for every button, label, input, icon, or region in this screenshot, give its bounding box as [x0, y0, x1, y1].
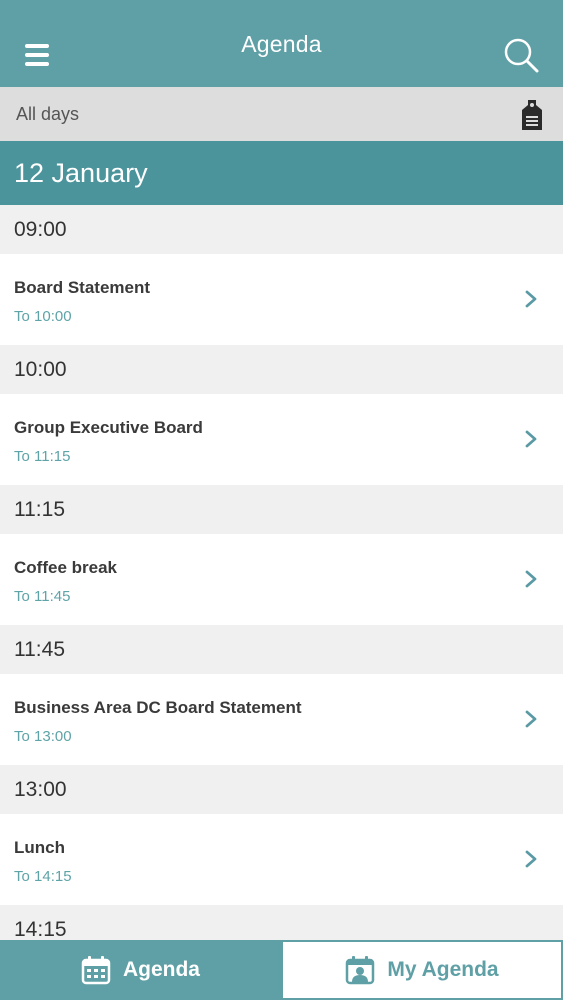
event-end-time: To 11:15	[14, 448, 71, 465]
agenda-item-coffee-break[interactable]: Coffee break To 11:45	[0, 534, 563, 625]
agenda-screen: Agenda All days 12 January 09:00 Board S…	[0, 0, 563, 1000]
bottom-tab-bar: Agenda My Agenda	[0, 940, 563, 1000]
event-title: Group Executive Board	[14, 418, 203, 437]
agenda-list: 09:00 Board Statement To 10:00 10:00 Gro…	[0, 205, 563, 954]
agenda-item-business-area-dc-board-statement[interactable]: Business Area DC Board Statement To 13:0…	[0, 674, 563, 765]
tab-agenda[interactable]: Agenda	[0, 940, 281, 1000]
event-title: Board Statement	[14, 278, 151, 297]
time-slot-header: 13:00	[0, 765, 563, 814]
tab-my-agenda-label: My Agenda	[387, 958, 499, 981]
event-title: Coffee break	[14, 558, 117, 577]
chevron-right-icon	[525, 570, 537, 588]
tag-icon[interactable]	[519, 99, 545, 131]
time-slot-header: 09:00	[0, 205, 563, 254]
hamburger-menu-icon[interactable]	[22, 40, 54, 70]
agenda-item-board-statement[interactable]: Board Statement To 10:00	[0, 254, 563, 345]
event-end-time: To 13:00	[14, 728, 72, 745]
time-slot-header: 10:00	[0, 345, 563, 394]
page-title: Agenda	[241, 31, 322, 57]
chevron-right-icon	[525, 430, 537, 448]
date-heading: 12 January	[14, 157, 148, 188]
time-slot-header: 11:15	[0, 485, 563, 534]
event-end-time: To 11:45	[14, 588, 71, 605]
agenda-item-lunch[interactable]: Lunch To 14:15	[0, 814, 563, 905]
header-bar: Agenda	[0, 0, 563, 87]
tab-my-agenda[interactable]: My Agenda	[281, 940, 563, 1000]
calendar-icon	[81, 956, 111, 985]
chevron-right-icon	[525, 290, 537, 308]
calendar-person-icon	[346, 956, 375, 985]
event-title: Business Area DC Board Statement	[14, 698, 302, 717]
chevron-right-icon	[525, 710, 537, 728]
tab-agenda-label: Agenda	[122, 958, 200, 981]
search-icon[interactable]	[501, 36, 541, 76]
chevron-right-icon	[525, 850, 537, 868]
date-section-header: 12 January	[0, 141, 563, 205]
event-end-time: To 10:00	[14, 308, 72, 325]
day-filter-bar[interactable]: All days	[0, 87, 563, 141]
event-title: Lunch	[14, 838, 65, 857]
event-end-time: To 14:15	[14, 868, 72, 885]
time-slot-header: 11:45	[0, 625, 563, 674]
day-filter-label: All days	[16, 103, 80, 124]
agenda-item-group-executive-board[interactable]: Group Executive Board To 11:15	[0, 394, 563, 485]
